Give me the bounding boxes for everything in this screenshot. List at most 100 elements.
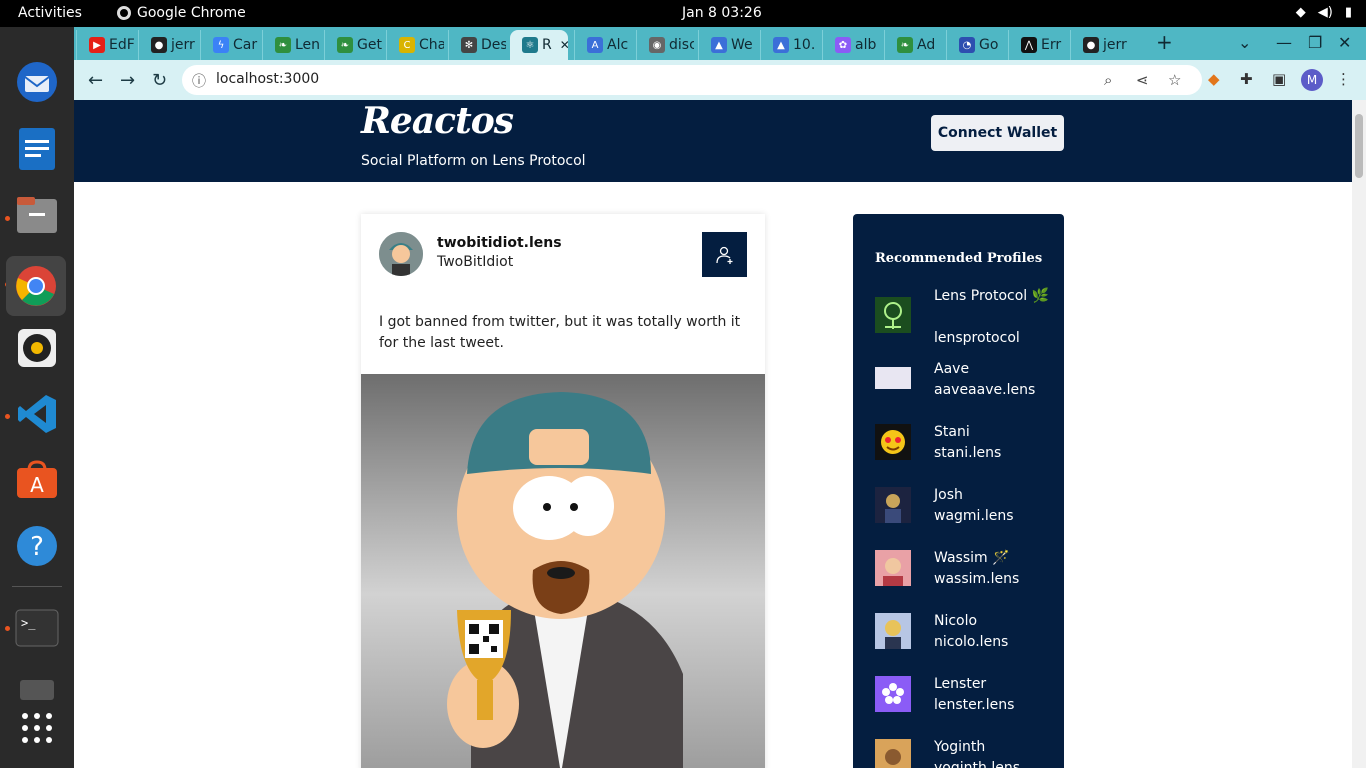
maximize-icon[interactable]: ❐ [1308, 33, 1322, 52]
tab-4[interactable]: ❧ Get [324, 30, 382, 60]
tab-10[interactable]: ▲ We [698, 30, 756, 60]
profile-name: Lens Protocol 🌿 [934, 288, 1050, 304]
chart-icon: ◔ [959, 37, 975, 53]
react-icon: ⚛ [522, 37, 538, 53]
alchemy-icon: A [587, 37, 603, 53]
tab-15[interactable]: ⋀ Err [1008, 30, 1066, 60]
profile-name: Josh [934, 487, 963, 503]
github-icon: ● [151, 37, 167, 53]
writer-icon[interactable] [12, 124, 62, 174]
profile-avatar [875, 739, 911, 768]
leaf-icon: ❧ [275, 37, 291, 53]
panel-title: Recommended Profiles [875, 251, 1043, 266]
info-icon[interactable]: ⓘ [192, 71, 206, 91]
forward-icon[interactable]: → [120, 70, 135, 91]
system-tray[interactable]: ◆ ◀) ▮ [1296, 5, 1352, 20]
tab-9[interactable]: ◉disc [636, 30, 694, 60]
address-bar[interactable]: ⓘ localhost:3000 ⌕ ⋖ ☆ [182, 65, 1202, 95]
profile-handle: lensprotocol [934, 330, 1020, 346]
add-user-icon [715, 246, 732, 264]
post-card: twobitidiot.lens TwoBitIdiot I got banne… [361, 214, 765, 768]
system-top-bar: Activities Google Chrome Jan 8 03:26 ◆ ◀… [0, 0, 1366, 27]
running-indicator [5, 626, 10, 631]
tab-label: Len [295, 37, 320, 53]
activities-button[interactable]: Activities [18, 5, 82, 21]
dock: A ? >_ [0, 27, 74, 768]
help-icon[interactable]: ? [12, 521, 62, 571]
page-scrollbar[interactable] [1352, 100, 1366, 768]
tab-0[interactable]: ▶ EdF [76, 30, 134, 60]
extensions-icon[interactable]: ✚ [1240, 70, 1253, 88]
app-menu-label: Google Chrome [137, 5, 246, 21]
profile-avatar[interactable]: M [1301, 69, 1323, 91]
profile-avatar [875, 487, 911, 523]
profile-handle: aaveaave.lens [934, 382, 1036, 398]
tab-label: Get [357, 37, 382, 53]
post-image[interactable] [361, 374, 765, 768]
site-header: Reactos Social Platform on Lens Protocol… [74, 100, 1352, 182]
new-tab-icon[interactable]: + [1156, 30, 1173, 54]
tab-label: Cha [419, 37, 444, 53]
post-handle[interactable]: twobitidiot.lens [437, 235, 562, 251]
star-icon[interactable]: ☆ [1168, 71, 1181, 89]
files-icon[interactable] [12, 190, 62, 240]
volume-icon: ◀) [1317, 5, 1333, 20]
openai-icon: ✻ [461, 37, 477, 53]
brand-logo[interactable]: Reactos [361, 100, 514, 142]
profile-handle: lenster.lens [934, 697, 1015, 713]
profile-name: Yoginth [934, 739, 986, 755]
profile-avatar [875, 550, 911, 586]
profile-handle: yoginth.lens [934, 760, 1020, 768]
reload-icon[interactable]: ↻ [152, 70, 167, 91]
close-icon[interactable]: ✕ [1338, 33, 1351, 52]
tab-13[interactable]: ❧ Ad [884, 30, 942, 60]
tab-16[interactable]: ● jerr [1070, 30, 1128, 60]
vscode-icon[interactable] [12, 389, 62, 439]
scrollbar-thumb[interactable] [1355, 114, 1363, 178]
connect-wallet-button[interactable]: Connect Wallet [931, 115, 1064, 151]
metamask-icon[interactable]: ◆ [1208, 70, 1220, 88]
tab-5[interactable]: C Cha [386, 30, 444, 60]
tab-label: alb [855, 37, 877, 53]
terminal-icon[interactable]: >_ [12, 603, 62, 653]
software-center-icon[interactable]: A [12, 455, 62, 505]
bolt-icon: ϟ [213, 37, 229, 53]
profile-avatar [875, 613, 911, 649]
tab-1[interactable]: ● jerr [138, 30, 196, 60]
tab-2[interactable]: ϟ Car [200, 30, 258, 60]
tab-14[interactable]: ◔ Go [946, 30, 1004, 60]
profile-avatar [875, 367, 911, 389]
thunderbird-icon[interactable] [12, 57, 62, 107]
chrome-dock-icon[interactable] [6, 256, 66, 316]
follow-button[interactable] [702, 232, 747, 277]
tab-8[interactable]: A Alc [574, 30, 632, 60]
tab-6[interactable]: ✻ Des [448, 30, 506, 60]
zoom-icon[interactable]: ⌕ [1104, 71, 1112, 89]
side-panel-icon[interactable]: ▣ [1272, 70, 1286, 88]
profile-name: Stani [934, 424, 970, 440]
tab-label: R [542, 37, 552, 53]
rhythmbox-icon[interactable] [12, 323, 62, 373]
post-author-name: TwoBitIdiot [437, 254, 514, 270]
share-icon[interactable]: ⋖ [1136, 71, 1149, 89]
back-icon[interactable]: ← [88, 70, 103, 91]
tab-7[interactable]: ⚛ R ✕ [510, 30, 568, 60]
tab-label: EdF [109, 37, 134, 53]
more-menu-icon[interactable]: ⋮ [1336, 70, 1351, 88]
leaf-icon: ❧ [337, 37, 353, 53]
app-menu[interactable]: Google Chrome [117, 5, 246, 21]
tab-3[interactable]: ❧ Len [262, 30, 320, 60]
profile-avatar [875, 297, 911, 333]
profile-name: Aave [934, 361, 970, 377]
minimize-icon[interactable]: — [1276, 33, 1292, 52]
avatar[interactable] [379, 232, 423, 276]
tab-close-icon[interactable]: ✕ [560, 38, 568, 52]
address-url: localhost:3000 [216, 71, 320, 87]
flower-icon: ✿ [835, 37, 851, 53]
tab-12[interactable]: ✿ alb [822, 30, 880, 60]
tab-11[interactable]: ▲ 10. [760, 30, 818, 60]
clock[interactable]: Jan 8 03:26 [682, 5, 762, 21]
youtube-icon: ▶ [89, 37, 105, 53]
chevron-down-icon[interactable]: ⌄ [1238, 33, 1251, 52]
app-grid-icon[interactable] [12, 703, 62, 753]
